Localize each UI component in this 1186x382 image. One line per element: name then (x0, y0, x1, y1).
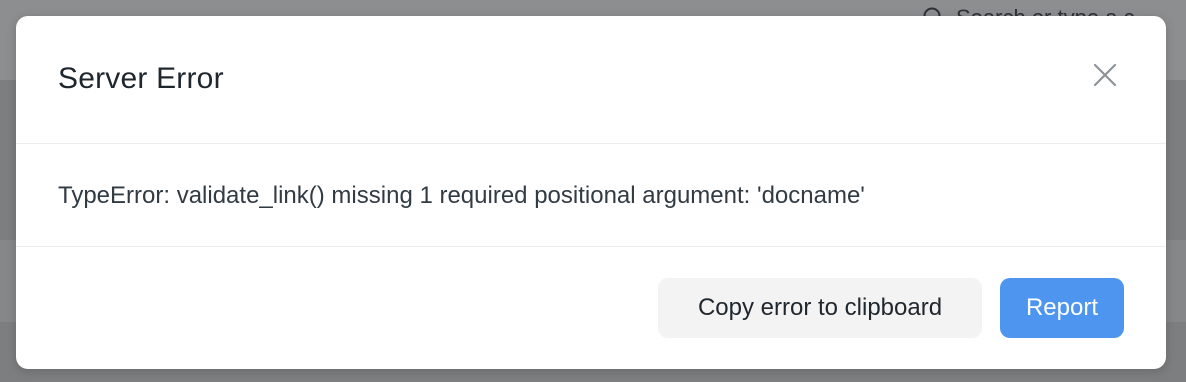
dialog-body: TypeError: validate_link() missing 1 req… (16, 144, 1166, 247)
dialog-footer: Copy error to clipboard Report (16, 247, 1166, 369)
close-button[interactable] (1090, 60, 1120, 90)
report-button[interactable]: Report (1000, 278, 1124, 338)
dialog-title: Server Error (58, 62, 224, 95)
close-icon (1090, 60, 1120, 90)
server-error-dialog: Server Error TypeError: validate_link() … (16, 16, 1166, 369)
error-message: TypeError: validate_link() missing 1 req… (58, 182, 865, 209)
dialog-header: Server Error (16, 16, 1166, 144)
copy-error-button[interactable]: Copy error to clipboard (658, 278, 982, 338)
